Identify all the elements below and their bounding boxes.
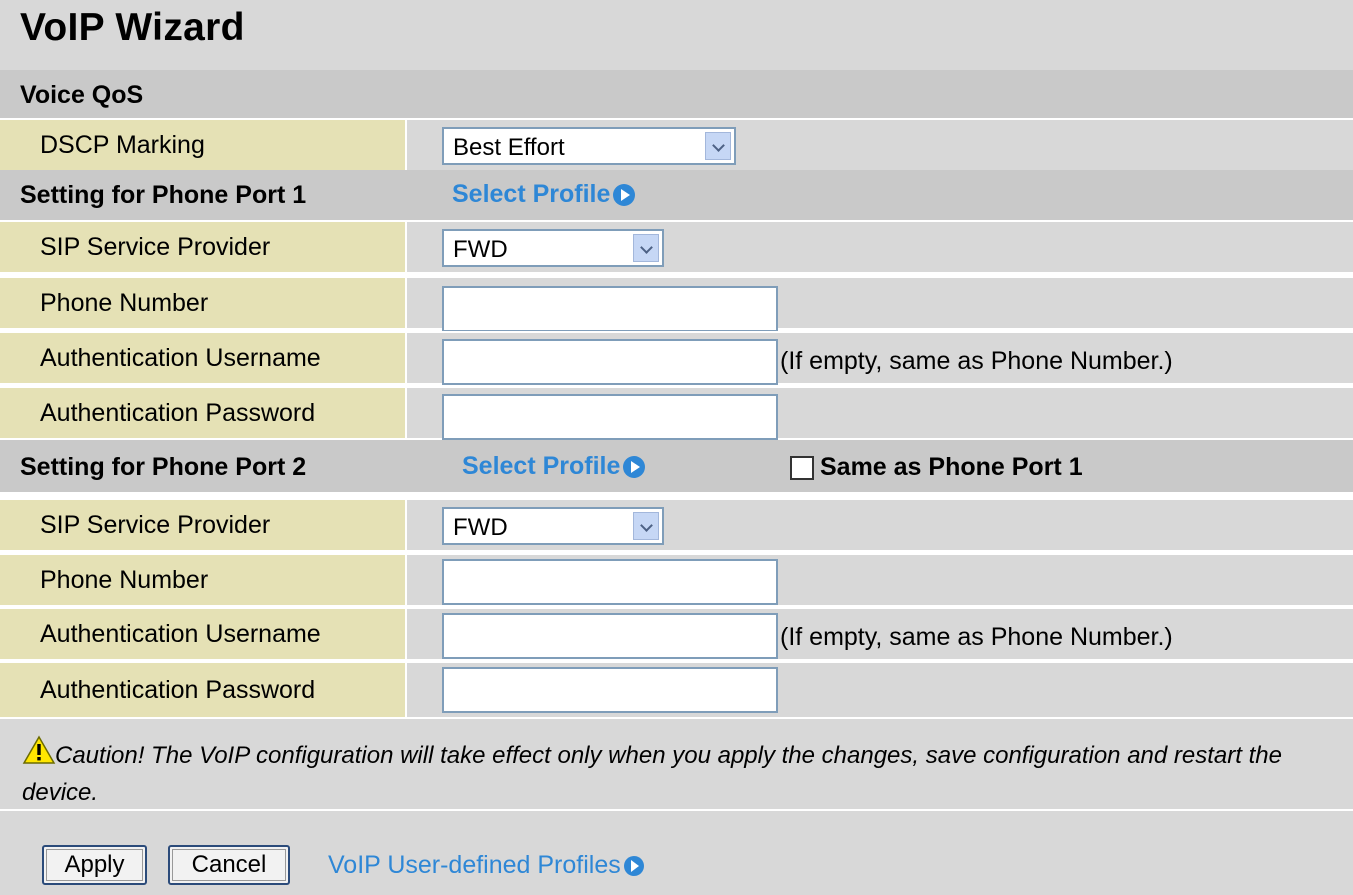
- row-p1-sip-provider: SIP Service Provider FWD: [0, 220, 1353, 272]
- caution-panel: Caution! The VoIP configuration will tak…: [0, 717, 1353, 809]
- p1-auth-username-label: Authentication Username: [40, 344, 321, 372]
- same-as-port-1-label: Same as Phone Port 1: [820, 453, 1083, 481]
- p2-auth-password-label: Authentication Password: [40, 676, 316, 704]
- row-p2-phone-number: Phone Number: [0, 553, 1353, 605]
- row-p1-auth-password: Authentication Password: [0, 386, 1353, 440]
- section-phone-port-2: Setting for Phone Port 2 Select Profile …: [0, 440, 1353, 492]
- section-heading-port-2: Setting for Phone Port 2: [20, 453, 307, 481]
- same-as-port-1-checkbox[interactable]: [790, 455, 814, 480]
- cancel-button[interactable]: Cancel: [168, 845, 290, 885]
- p2-auth-username-label: Authentication Username: [40, 620, 321, 648]
- section-heading-voice-qos: Voice QoS: [20, 81, 144, 109]
- p2-sip-provider-label: SIP Service Provider: [40, 511, 271, 539]
- p1-auth-password-input[interactable]: [442, 394, 778, 440]
- voip-user-defined-profiles-link[interactable]: VoIP User-defined Profiles: [328, 851, 644, 880]
- p1-sip-provider-label: SIP Service Provider: [40, 233, 271, 261]
- row-p2-sip-provider: SIP Service Provider FWD: [0, 498, 1353, 550]
- row-p1-phone-number: Phone Number: [0, 276, 1353, 332]
- p1-sip-provider-value: FWD: [453, 236, 508, 263]
- p1-sip-provider-select[interactable]: FWD: [442, 229, 664, 267]
- caution-text: Caution! The VoIP configuration will tak…: [22, 742, 1282, 806]
- select-profile-label: Select Profile: [462, 452, 621, 480]
- title-bar: VoIP Wizard: [0, 0, 1353, 70]
- row-dscp-marking: DSCP Marking Best Effort: [0, 118, 1353, 170]
- select-profile-link-port-2[interactable]: Select Profile: [462, 452, 646, 481]
- apply-button[interactable]: Apply: [42, 845, 147, 885]
- p1-phone-number-input[interactable]: [442, 286, 778, 332]
- row-p2-auth-password: Authentication Password: [0, 661, 1353, 717]
- play-icon: [613, 183, 636, 206]
- play-icon: [623, 855, 644, 876]
- row-p2-auth-username: Authentication Username (If empty, same …: [0, 607, 1353, 659]
- page-title: VoIP Wizard: [20, 6, 245, 49]
- cancel-button-label: Cancel: [172, 849, 286, 881]
- section-heading-port-1: Setting for Phone Port 1: [20, 181, 307, 209]
- same-as-port-1-option[interactable]: Same as Phone Port 1: [790, 453, 1083, 482]
- voip-wizard-page: VoIP Wizard Voice QoS DSCP Marking Best …: [0, 0, 1353, 895]
- user-profiles-link-label: VoIP User-defined Profiles: [328, 851, 621, 879]
- p2-phone-number-input[interactable]: [442, 559, 778, 605]
- play-icon: [623, 455, 646, 478]
- p2-username-hint: (If empty, same as Phone Number.): [780, 623, 1173, 651]
- p1-auth-username-input[interactable]: [442, 339, 778, 385]
- p2-sip-provider-select[interactable]: FWD: [442, 507, 664, 545]
- p1-auth-password-label: Authentication Password: [40, 399, 316, 427]
- select-profile-link-port-1[interactable]: Select Profile: [452, 180, 636, 209]
- p2-sip-provider-value: FWD: [453, 514, 508, 541]
- row-p1-auth-username: Authentication Username (If empty, same …: [0, 331, 1353, 385]
- apply-button-label: Apply: [46, 849, 143, 881]
- chevron-down-icon[interactable]: [705, 132, 731, 160]
- footer-actions: Apply Cancel VoIP User-defined Profiles: [0, 809, 1353, 895]
- select-profile-label: Select Profile: [452, 180, 611, 208]
- chevron-down-icon[interactable]: [633, 512, 659, 540]
- dscp-marking-select[interactable]: Best Effort: [442, 127, 736, 165]
- dscp-marking-label: DSCP Marking: [40, 131, 205, 159]
- p2-auth-username-input[interactable]: [442, 613, 778, 659]
- dscp-marking-value: Best Effort: [453, 134, 565, 161]
- chevron-down-icon[interactable]: [633, 234, 659, 262]
- section-voice-qos: Voice QoS: [0, 70, 1353, 120]
- p2-auth-password-input[interactable]: [442, 667, 778, 713]
- p1-username-hint: (If empty, same as Phone Number.): [780, 347, 1173, 375]
- section-phone-port-1: Setting for Phone Port 1 Select Profile: [0, 170, 1353, 220]
- p1-phone-number-label: Phone Number: [40, 289, 209, 317]
- p2-phone-number-label: Phone Number: [40, 566, 209, 594]
